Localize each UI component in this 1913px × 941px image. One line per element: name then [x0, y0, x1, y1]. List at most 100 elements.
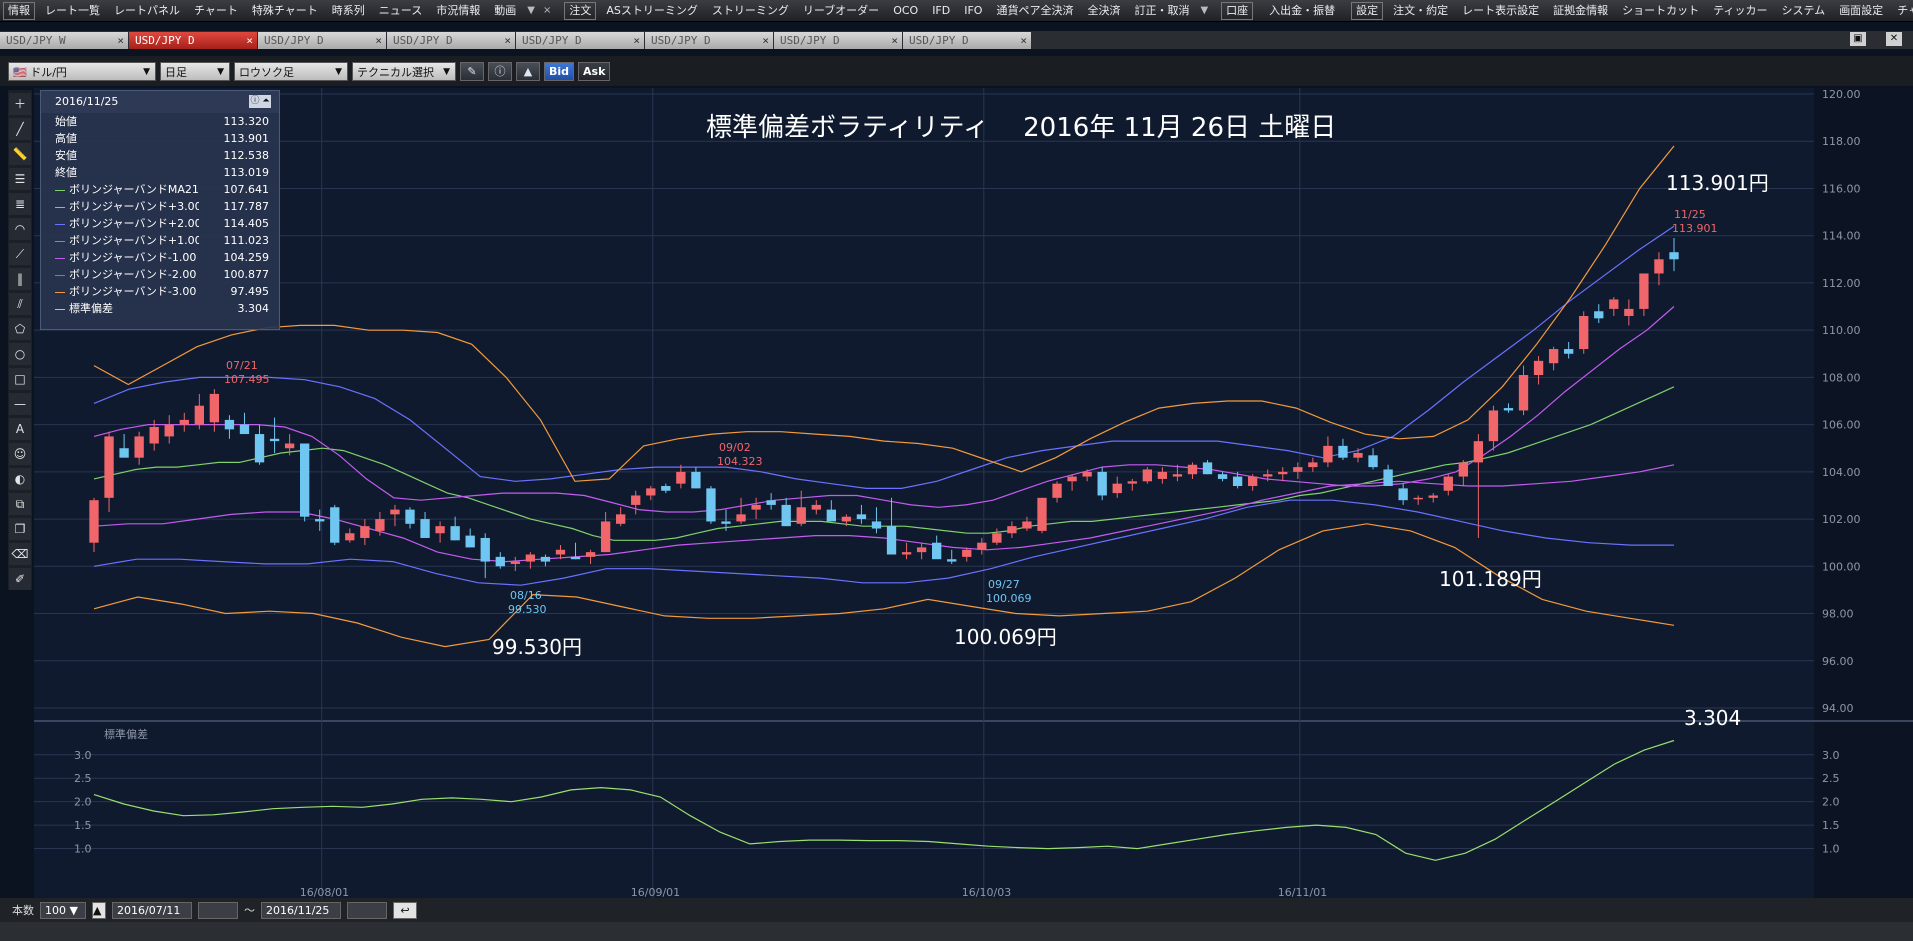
menu-item-system[interactable]: システム: [1775, 0, 1833, 21]
eraser-icon[interactable]: ◐: [9, 468, 31, 490]
menu-item-margin[interactable]: 証拠金情報: [1546, 0, 1615, 21]
tab-usdjpy-d-active[interactable]: USD/JPY D ×: [129, 32, 257, 49]
menu-item-chart-settings[interactable]: チャート: [1890, 0, 1913, 21]
menu-item-ifd[interactable]: IFD: [925, 0, 957, 21]
maximize-icon[interactable]: ▣: [1850, 32, 1866, 46]
menu-item-settings[interactable]: 設定: [1351, 1, 1384, 20]
circle-icon[interactable]: ○: [9, 343, 31, 365]
ruler-icon[interactable]: 📏: [9, 143, 31, 165]
menu-item-market-info[interactable]: 市況情報: [429, 0, 487, 21]
tab-close-icon[interactable]: ×: [375, 32, 382, 49]
menu-item-as-streaming[interactable]: ASストリーミング: [599, 0, 705, 21]
menu-item-pair-settle[interactable]: 通貨ペア全決済: [989, 0, 1080, 21]
tab-close-icon[interactable]: ×: [504, 32, 511, 49]
tab-close-icon[interactable]: ×: [891, 32, 898, 49]
start-time-field[interactable]: [198, 901, 238, 919]
fibonacci-icon[interactable]: ≣: [9, 193, 31, 215]
chart-type-select[interactable]: ロウソク足 ▼: [234, 61, 348, 81]
bid-button[interactable]: Bid: [544, 61, 575, 81]
y-tick-label: 116.00: [1822, 182, 1861, 195]
tab-usdjpy-d[interactable]: USD/JPY D ×: [516, 32, 644, 49]
close-window-icon[interactable]: ✕: [1886, 32, 1902, 46]
polygon-icon[interactable]: ⬠: [9, 318, 31, 340]
return-icon[interactable]: ↩: [393, 901, 417, 919]
menu-item-news[interactable]: ニュース: [372, 0, 429, 21]
tab-close-icon[interactable]: ×: [1020, 32, 1027, 49]
info-icon[interactable]: ⓘ: [488, 61, 512, 81]
delete-all-icon[interactable]: ✐: [9, 568, 31, 590]
tab-close-icon[interactable]: ×: [117, 32, 124, 49]
tab-usdjpy-d[interactable]: USD/JPY D ×: [774, 32, 902, 49]
menu-item-video[interactable]: 動画: [487, 0, 523, 21]
vertical-lines-icon[interactable]: ‖: [9, 268, 31, 290]
tab-usdjpy-d[interactable]: USD/JPY D ×: [645, 32, 773, 49]
trendline-icon[interactable]: ╱: [9, 118, 31, 140]
menu-item-rate-panel[interactable]: レートパネル: [107, 0, 187, 21]
chart-area[interactable]: 94.00 96.00 98.00 100.00 102.00 104.00 106.00 1…: [34, 88, 1913, 898]
menu-item-leave-order[interactable]: リーブオーダー: [796, 0, 886, 21]
start-date-field[interactable]: 2016/07/11: [112, 901, 192, 919]
candle-body: [751, 504, 761, 510]
menu-item-order[interactable]: 注文: [564, 1, 597, 20]
copy-icon[interactable]: ⧉: [9, 493, 31, 515]
menu-item-rate-display[interactable]: レート表示設定: [1455, 0, 1546, 21]
count-up-icon[interactable]: ▲: [92, 901, 106, 919]
end-date-field[interactable]: 2016/11/25: [261, 901, 341, 919]
text-icon[interactable]: A: [9, 418, 31, 440]
pair-select[interactable]: 🇺🇸 ドル/円 ▼: [8, 61, 156, 81]
tab-close-icon[interactable]: ×: [246, 32, 253, 49]
menu-item-info[interactable]: 情報: [3, 1, 35, 20]
info-panel-toggle-icon[interactable]: ⓘ ⏶: [249, 95, 271, 108]
menu-item-ifo[interactable]: IFO: [957, 0, 989, 21]
delete-icon[interactable]: ⌫: [9, 543, 31, 565]
period-select[interactable]: 日足 ▼: [160, 61, 230, 81]
rectangle-icon[interactable]: □: [9, 368, 31, 390]
gann-icon[interactable]: ⟋: [9, 243, 31, 265]
menu-item-modify-cancel[interactable]: 訂正・取消: [1127, 0, 1196, 21]
horizontal-lines-icon[interactable]: ☰: [9, 168, 31, 190]
tab-usdjpy-d[interactable]: USD/JPY D ×: [258, 32, 386, 49]
stamp-icon[interactable]: ☺: [9, 443, 31, 465]
menu-item-account[interactable]: 口座: [1221, 1, 1254, 20]
count-select[interactable]: 100 ▼: [40, 901, 86, 919]
technical-select[interactable]: テクニカル選択 ▼: [352, 61, 456, 81]
chart-canvas[interactable]: 94.00 96.00 98.00 100.00 102.00 104.00 106.00 1…: [34, 88, 1913, 898]
y-tick-label: 110.00: [1822, 324, 1861, 337]
menu-item-timeseries[interactable]: 時系列: [325, 0, 372, 21]
menu-item-deposit[interactable]: 入出金・振替: [1262, 0, 1342, 21]
tab-usdjpy-d[interactable]: USD/JPY D ×: [903, 32, 1031, 49]
range-tilde: ～: [244, 904, 255, 917]
fan-icon[interactable]: ◠: [9, 218, 31, 240]
channel-icon[interactable]: ⫽: [9, 293, 31, 315]
ask-button[interactable]: Ask: [578, 61, 611, 81]
menu-item-streaming[interactable]: ストリーミング: [705, 0, 796, 21]
menu-item-ticker[interactable]: ティッカー: [1706, 0, 1774, 21]
menu-more-icon[interactable]: ▼: [1196, 5, 1212, 16]
end-time-field[interactable]: [347, 901, 387, 919]
menu-close-icon[interactable]: ×: [539, 5, 555, 16]
tab-usdjpy-w[interactable]: USD/JPY W ×: [0, 32, 128, 49]
crosshair-icon[interactable]: ＋: [9, 93, 31, 115]
menu-item-chart[interactable]: チャート: [187, 0, 245, 21]
hline-icon[interactable]: —: [9, 393, 31, 415]
tab-usdjpy-d[interactable]: USD/JPY D ×: [387, 32, 515, 49]
paste-icon[interactable]: ❐: [9, 518, 31, 540]
legend-swatch: [55, 291, 65, 293]
menu-item-screen[interactable]: 画面設定: [1832, 0, 1890, 21]
menu-item-all-settle[interactable]: 全決済: [1080, 0, 1127, 21]
tab-close-icon[interactable]: ×: [633, 32, 640, 49]
candle-body: [420, 519, 430, 538]
menu-item-order-settings[interactable]: 注文・約定: [1386, 0, 1455, 21]
candle-body: [405, 509, 415, 524]
legend-swatch: [55, 223, 65, 225]
menu-item-oco[interactable]: OCO: [886, 0, 925, 21]
menu-more-icon[interactable]: ▼: [523, 5, 539, 16]
menu-item-special-chart[interactable]: 特殊チャート: [245, 0, 325, 21]
pen-icon[interactable]: ✎: [460, 61, 484, 81]
menu-item-rate-list[interactable]: レート一覧: [38, 0, 107, 21]
info-row-value: 111.023: [223, 234, 270, 247]
candle-body: [676, 471, 686, 484]
area-chart-icon[interactable]: ▲: [516, 61, 540, 81]
tab-close-icon[interactable]: ×: [762, 32, 769, 49]
menu-item-shortcut[interactable]: ショートカット: [1615, 0, 1706, 21]
